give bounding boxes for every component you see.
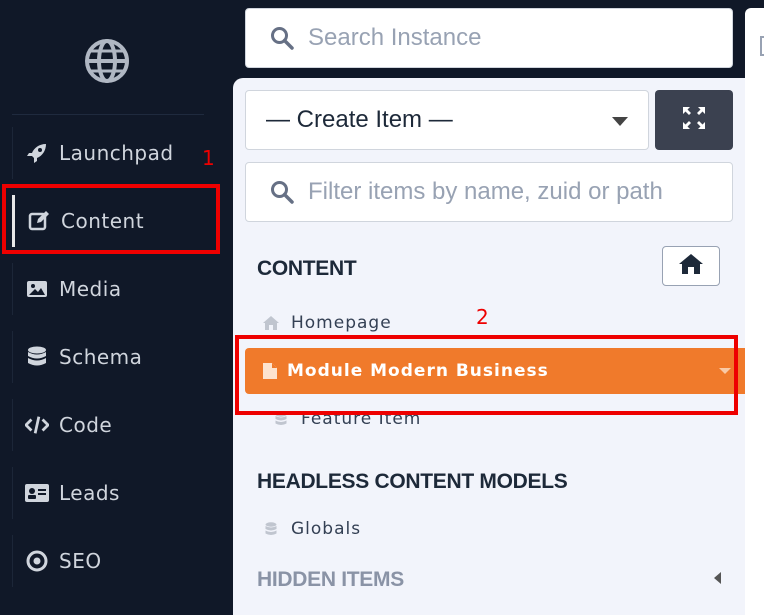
database-icon — [25, 345, 49, 369]
sidebar-item-label: Schema — [59, 345, 143, 369]
sidebar-item-label: Launchpad — [59, 141, 174, 165]
sidebar-item-code[interactable]: Code — [12, 399, 204, 451]
image-icon — [25, 277, 49, 301]
code-icon — [25, 413, 49, 437]
globe-logo-icon[interactable] — [84, 38, 130, 84]
sidebar-item-label: SEO — [59, 549, 102, 573]
home-button[interactable] — [662, 246, 720, 286]
sidebar-item-label: Code — [59, 413, 113, 437]
annotation-number-2: 2 — [476, 305, 489, 329]
caret-left-icon[interactable] — [714, 572, 721, 584]
home-icon — [263, 315, 279, 331]
expand-button[interactable] — [655, 90, 733, 150]
annotation-number-1: 1 — [202, 146, 215, 170]
sidebar-item-schema[interactable]: Schema — [12, 331, 204, 383]
card-corner-mark — [760, 36, 764, 56]
create-item-value: — Create Item — — [266, 106, 453, 133]
search-icon — [270, 26, 294, 50]
hidden-items-title[interactable]: HIDDEN ITEMS — [257, 568, 404, 592]
search-placeholder: Search Instance — [308, 24, 482, 51]
content-section-title: CONTENT — [257, 257, 357, 280]
target-icon — [25, 549, 49, 573]
filter-placeholder: Filter items by name, zuid or path — [308, 178, 663, 205]
rocket-icon — [25, 141, 49, 165]
sidebar-item-seo[interactable]: SEO — [12, 535, 204, 587]
sidebar-divider — [12, 114, 204, 115]
tree-item-label: Homepage — [291, 313, 392, 333]
database-icon — [263, 521, 279, 537]
sidebar-item-leads[interactable]: Leads — [12, 467, 204, 519]
sidebar: Launchpad Content Media Schema Code Lead… — [0, 0, 233, 615]
search-icon — [270, 180, 294, 204]
sidebar-item-media[interactable]: Media — [12, 263, 204, 315]
home-icon — [679, 253, 703, 279]
search-instance-input[interactable]: Search Instance — [245, 8, 733, 68]
expand-icon — [682, 106, 706, 135]
annotation-box-1 — [2, 184, 220, 254]
sidebar-item-launchpad[interactable]: Launchpad — [12, 127, 204, 179]
filter-items-input[interactable]: Filter items by name, zuid or path — [245, 162, 733, 222]
main-content-card — [745, 8, 764, 615]
tree-item-globals[interactable]: Globals — [263, 519, 361, 539]
tree-item-label: Globals — [291, 519, 362, 539]
sidebar-item-label: Media — [59, 277, 122, 301]
caret-down-icon — [612, 117, 628, 126]
tree-item-homepage[interactable]: Homepage — [263, 313, 392, 333]
annotation-box-2 — [235, 335, 738, 415]
sidebar-item-label: Leads — [59, 481, 120, 505]
headless-section-title: HEADLESS CONTENT MODELS — [257, 470, 568, 493]
id-card-icon — [25, 481, 49, 505]
create-item-select[interactable]: — Create Item — — [245, 90, 649, 150]
